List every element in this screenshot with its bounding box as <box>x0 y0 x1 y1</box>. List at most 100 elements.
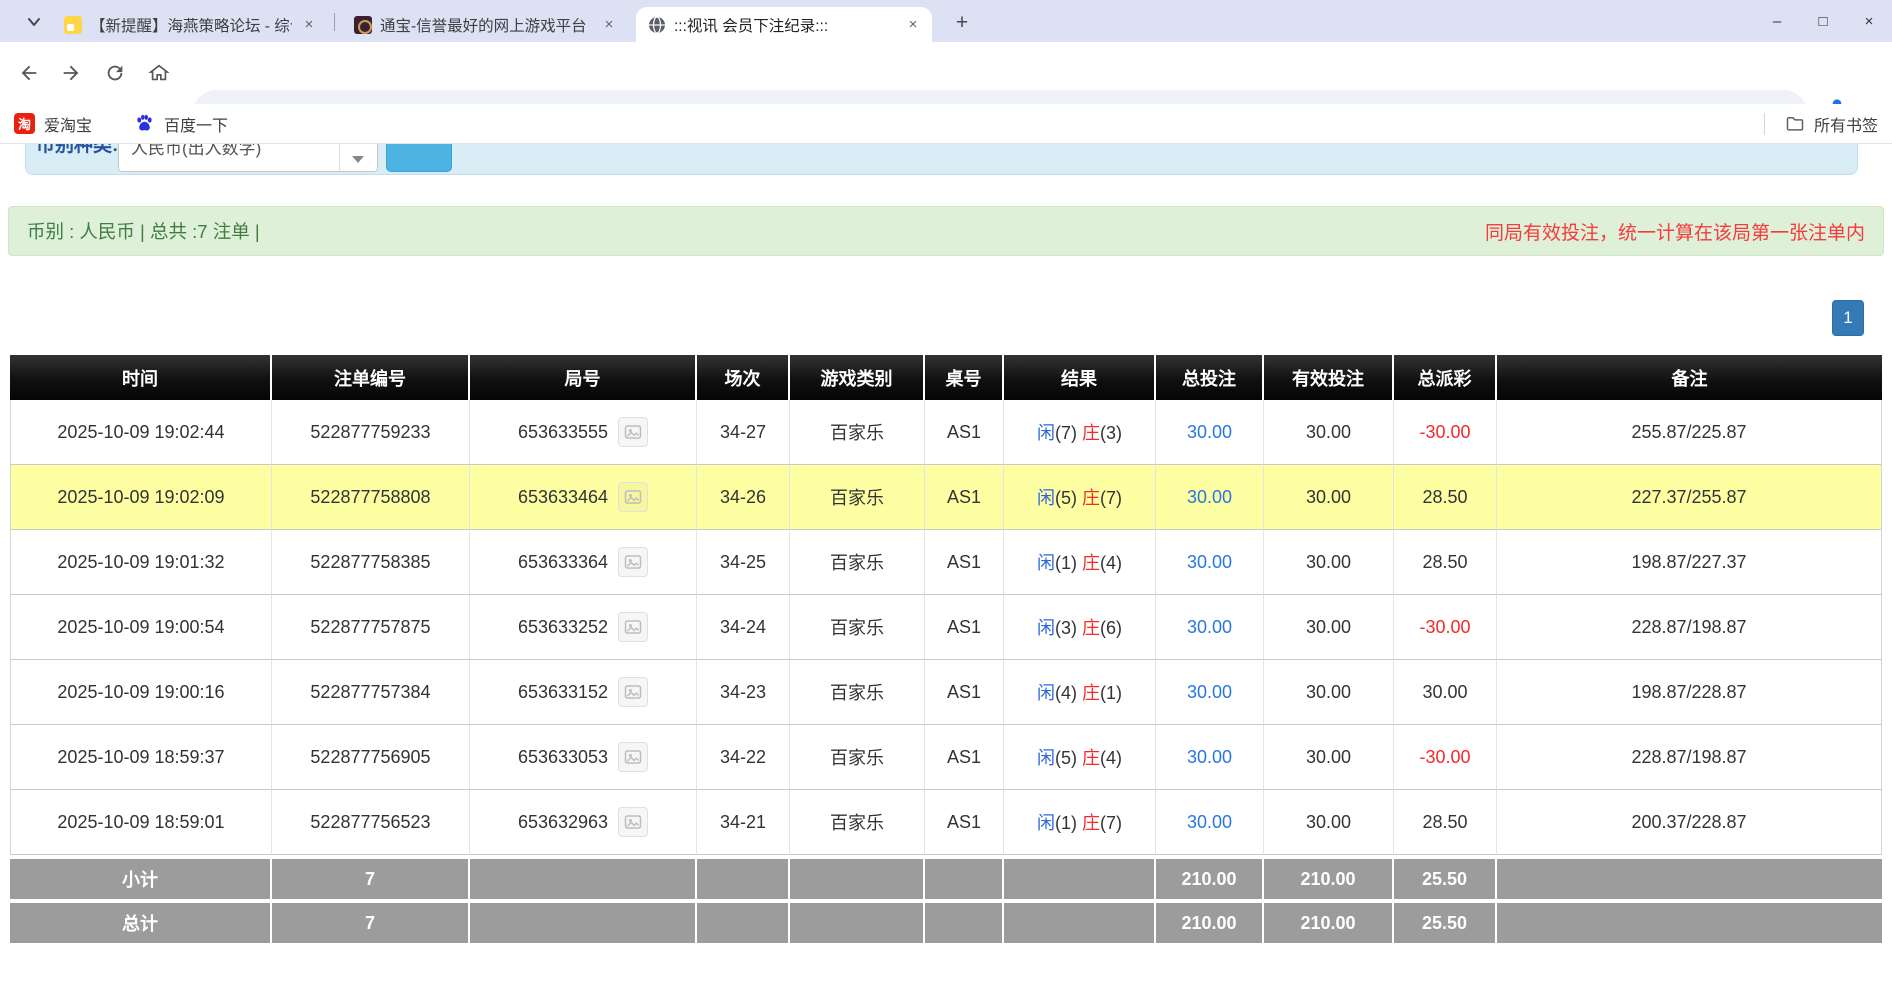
bookmarks-divider <box>1764 113 1765 135</box>
result-image-button[interactable] <box>618 807 648 837</box>
player-result: 闲 <box>1037 488 1055 508</box>
column-header: 游戏类别 <box>790 355 925 400</box>
page-1-button[interactable]: 1 <box>1832 300 1864 336</box>
tab-close-icon[interactable]: × <box>904 16 922 34</box>
search-button[interactable] <box>386 144 452 172</box>
cell-session: 34-26 <box>697 465 790 530</box>
tab-search-chevron-icon[interactable] <box>22 10 46 34</box>
cell-time: 2025-10-09 19:01:32 <box>10 530 272 595</box>
back-icon[interactable] <box>12 56 46 90</box>
tab-separator <box>334 13 335 31</box>
cell-bet-id: 522877758808 <box>272 465 470 530</box>
cell-payout: 28.50 <box>1394 790 1497 855</box>
footer-cell <box>790 855 925 899</box>
cell-time: 2025-10-09 18:59:01 <box>10 790 272 855</box>
home-icon[interactable] <box>142 56 176 90</box>
window-close-icon[interactable]: × <box>1846 0 1892 42</box>
cell-table-no: AS1 <box>925 400 1004 465</box>
all-bookmarks[interactable]: 所有书签 <box>1764 112 1878 136</box>
new-tab-button[interactable]: + <box>948 9 976 37</box>
forum-favicon-icon <box>64 16 82 34</box>
taobao-icon: 淘 <box>14 113 35 134</box>
footer-cell <box>697 899 790 943</box>
pagination: 1 <box>1832 300 1864 336</box>
notice-text: 同局有效投注，统一计算在该局第一张注单内 <box>1485 218 1865 245</box>
bookmark-taobao[interactable]: 淘 爱淘宝 <box>14 112 92 136</box>
tab-forum[interactable]: 【新提醒】海燕策略论坛 - 综合 × <box>52 7 328 42</box>
bet-record-row: 2025-10-09 19:01:32522877758385 653633364… <box>10 530 1882 595</box>
cell-game-type: 百家乐 <box>790 400 925 465</box>
result-image-button[interactable] <box>618 742 648 772</box>
cell-total-bet[interactable]: 30.00 <box>1156 595 1264 660</box>
subtotal-row: 小计7210.00210.0025.50 <box>10 855 1882 899</box>
maximize-icon[interactable]: □ <box>1800 0 1846 42</box>
bet-record-row: 2025-10-09 18:59:01522877756523653632963… <box>10 790 1882 855</box>
cell-bet-id: 522877757384 <box>272 660 470 725</box>
bookmark-baidu[interactable]: 百度一下 <box>134 112 228 136</box>
cell-valid-bet: 30.00 <box>1264 595 1394 660</box>
cell-total-bet[interactable]: 30.00 <box>1156 530 1264 595</box>
cell-game-type: 百家乐 <box>790 660 925 725</box>
round-id-text: 653633152 <box>518 682 608 703</box>
cell-total-bet[interactable]: 30.00 <box>1156 400 1264 465</box>
column-header: 注单编号 <box>272 355 470 400</box>
reload-icon[interactable] <box>98 56 132 90</box>
tab-close-icon[interactable]: × <box>300 16 318 34</box>
cell-session: 34-25 <box>697 530 790 595</box>
cell-bet-id: 522877758385 <box>272 530 470 595</box>
round-id-text: 653632963 <box>518 812 608 833</box>
footer-cell: 210.00 <box>1156 855 1264 899</box>
cell-total-bet[interactable]: 30.00 <box>1156 660 1264 725</box>
footer-cell: 小计 <box>10 855 272 899</box>
browser-nav-bar: dongshouji.com/ipl/portal.php/game/betre… <box>0 42 1892 104</box>
footer-cell: 7 <box>272 899 470 943</box>
cell-round-id: 653633464 <box>470 465 697 530</box>
result-image-button[interactable] <box>618 547 648 577</box>
banker-result: 庄 <box>1082 553 1100 573</box>
banker-result: 庄 <box>1082 488 1100 508</box>
forward-icon[interactable] <box>54 56 88 90</box>
cell-time: 2025-10-09 19:00:54 <box>10 595 272 660</box>
tab-bet-records-active[interactable]: :::视讯 会员下注纪录::: × <box>636 7 932 42</box>
result-image-button[interactable] <box>618 482 648 512</box>
tab-close-icon[interactable]: × <box>600 16 618 34</box>
footer-cell <box>790 899 925 943</box>
cell-valid-bet: 30.00 <box>1264 725 1394 790</box>
cell-game-type: 百家乐 <box>790 790 925 855</box>
cell-remark: 198.87/227.37 <box>1497 530 1882 595</box>
column-header: 备注 <box>1497 355 1882 400</box>
result-image-button[interactable] <box>618 417 648 447</box>
cell-table-no: AS1 <box>925 595 1004 660</box>
baidu-paw-icon <box>134 113 155 134</box>
footer-cell: 210.00 <box>1264 855 1394 899</box>
cell-result: 闲(4) 庄(1) <box>1004 660 1156 725</box>
bookmark-label: 百度一下 <box>164 112 228 136</box>
footer-cell <box>925 855 1004 899</box>
round-id-text: 653633364 <box>518 552 608 573</box>
currency-select[interactable]: 人民币(出入数字) <box>118 144 378 172</box>
minimize-icon[interactable]: – <box>1754 0 1800 42</box>
column-header: 总投注 <box>1156 355 1264 400</box>
cell-result: 闲(5) 庄(7) <box>1004 465 1156 530</box>
cell-payout: 28.50 <box>1394 530 1497 595</box>
footer-cell <box>1497 855 1882 899</box>
cell-remark: 228.87/198.87 <box>1497 725 1882 790</box>
folder-icon <box>1785 114 1805 134</box>
result-image-button[interactable] <box>618 612 648 642</box>
cell-valid-bet: 30.00 <box>1264 790 1394 855</box>
result-image-button[interactable] <box>618 677 648 707</box>
cell-total-bet[interactable]: 30.00 <box>1156 465 1264 530</box>
cell-result: 闲(1) 庄(4) <box>1004 530 1156 595</box>
column-header: 桌号 <box>925 355 1004 400</box>
footer-cell: 25.50 <box>1394 899 1497 943</box>
currency-summary-text: 币别 : 人民币 | 总共 :7 注单 | <box>27 218 260 244</box>
cell-total-bet[interactable]: 30.00 <box>1156 790 1264 855</box>
cell-time: 2025-10-09 18:59:37 <box>10 725 272 790</box>
cell-valid-bet: 30.00 <box>1264 660 1394 725</box>
tab-tongbao[interactable]: 通宝-信誉最好的网上游戏平台 × <box>342 7 628 42</box>
cell-session: 34-27 <box>697 400 790 465</box>
round-id-text: 653633252 <box>518 617 608 638</box>
cell-total-bet[interactable]: 30.00 <box>1156 725 1264 790</box>
cell-bet-id: 522877759233 <box>272 400 470 465</box>
bet-record-row: 2025-10-09 19:00:16522877757384653633152… <box>10 660 1882 725</box>
